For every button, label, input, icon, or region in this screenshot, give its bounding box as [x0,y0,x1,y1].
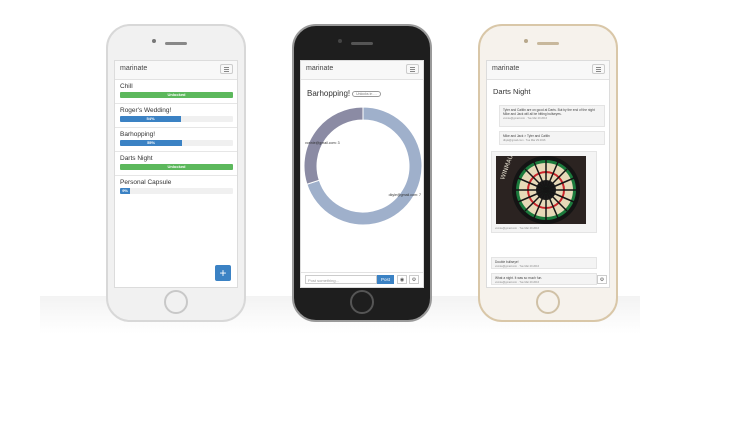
phone-camera [338,39,342,43]
list-item[interactable]: Roger's Wedding! 54% [115,104,237,128]
home-button [164,290,188,314]
list-item-name: Personal Capsule [120,179,172,186]
progress-fill: Unlocked [120,164,233,170]
progress-bar: Unlocked [120,92,233,98]
home-button [350,290,374,314]
progress-bar: 55% [120,140,233,146]
list-item[interactable]: Barhopping! 55% [115,128,237,152]
message: Tyler and Caitlin are on good at Darts. … [499,105,605,127]
progress-bar: 54% [120,116,233,122]
list-item-name: Chill [120,83,133,90]
navbar: marinate [487,61,609,80]
message: Mike and Jack > Tyler and Caitlin dkyle@… [499,131,605,145]
brand[interactable]: marinate [120,65,147,72]
navbar: marinate [115,61,237,80]
phone-chart: marinate Barhopping! Unlocks in … vonnie@… [292,24,432,322]
brand[interactable]: marinate [306,65,333,72]
page-title: Barhopping! Unlocks in … [307,89,381,98]
chart-screen: marinate Barhopping! Unlocks in … vonnie@… [300,60,424,288]
message-photo: WINMAU vonnie@gmail.com · Tue Mar 29 201… [491,151,597,233]
gear-icon[interactable]: ⚙ [597,275,607,284]
progress-bar: Unlocked [120,164,233,170]
message-text: Mike and Jack > Tyler and Caitlin [503,134,550,138]
message: What a night. It was so much fun. vonnie… [491,273,597,285]
navbar: marinate [301,61,423,80]
gear-icon[interactable]: ⚙ [409,275,419,284]
list-item-name: Roger's Wedding! [120,107,172,114]
list-screen: marinate Chill Unlocked Roger's Wedding!… [114,60,238,288]
message: Double bullseye! vonnie@gmail.com · Tue … [491,257,597,269]
donut-slice-vonnie[interactable] [303,106,364,185]
message-meta: vonnie@gmail.com · Tue Mar 29 2016 [495,265,540,268]
list-item-name: Barhopping! [120,131,156,138]
home-button [536,290,560,314]
phone-speaker [351,42,373,45]
post-composer: Post something... Post ◉ ⚙ [301,272,423,287]
phone-camera [524,39,528,43]
page-title: Darts Night [493,87,531,96]
progress-fill: 55% [120,140,183,146]
add-button[interactable]: + [215,265,231,281]
camera-icon[interactable]: ◉ [397,275,407,284]
message-meta: vonnie@gmail.com · Tue Mar 29 2016 [495,227,540,230]
unlock-badge: Unlocks in … [352,90,381,97]
page-title-text: Barhopping! [307,89,351,98]
phone-chat: marinate Darts Night Tyler and Caitlin a… [478,24,618,322]
message-meta: vonnie@gmail.com · Tue Mar 29 2016 [503,117,548,120]
phone-speaker [537,42,559,45]
hamburger-menu-icon[interactable] [592,64,605,74]
message-text: What a night. It was so much fun. [495,276,543,280]
donut-chart: vonnie@gmail.com: 3 dkyle@gmail.com: 7 [303,105,423,227]
donut-label: vonnie@gmail.com: 3 [305,141,340,145]
message-text: Double bullseye! [495,260,519,264]
phone-list: marinate Chill Unlocked Roger's Wedding!… [106,24,246,322]
list-item[interactable]: Chill Unlocked [115,80,237,104]
message-meta: vonnie@gmail.com · Tue Mar 29 2016 [495,281,540,284]
post-button[interactable]: Post [377,275,394,284]
progress-fill: 54% [120,116,182,122]
progress-fill: 9% [120,188,131,194]
progress-bar: 9% [120,188,233,194]
dartboard-photo[interactable]: WINMAU [496,156,586,224]
donut-chart-svg: vonnie@gmail.com: 3 dkyle@gmail.com: 7 [303,106,423,226]
brand[interactable]: marinate [492,65,519,72]
list-item-name: Darts Night [120,155,153,162]
progress-fill: Unlocked [120,92,233,98]
list-item[interactable]: Personal Capsule 9% [115,176,237,199]
message-text: Tyler and Caitlin are on good at Darts. … [503,108,595,116]
message-meta: dkyle@gmail.com · Tue Mar 29 2016 [503,139,546,142]
phone-speaker [165,42,187,45]
hamburger-menu-icon[interactable] [406,64,419,74]
phone-camera [152,39,156,43]
dartboard-image: WINMAU [496,156,586,224]
post-input[interactable]: Post something... [305,275,377,284]
list-item[interactable]: Darts Night Unlocked [115,152,237,176]
hamburger-menu-icon[interactable] [220,64,233,74]
chat-screen: marinate Darts Night Tyler and Caitlin a… [486,60,610,288]
donut-label: dkyle@gmail.com: 7 [389,193,421,197]
